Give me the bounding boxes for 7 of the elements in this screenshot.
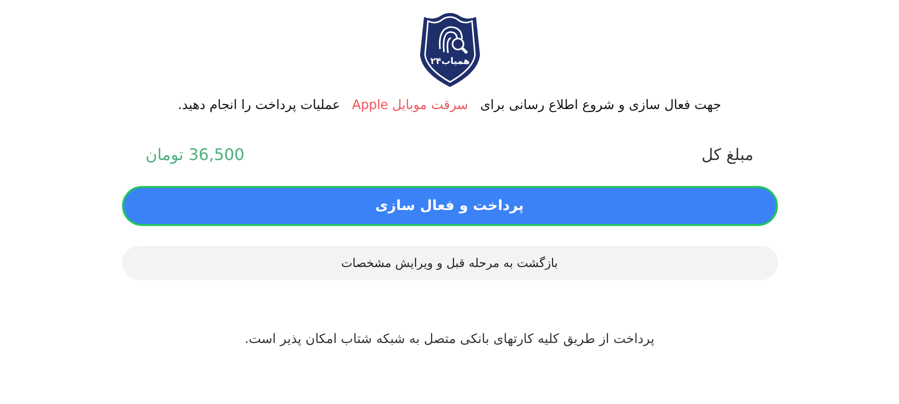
total-amount: 36,500 تومان — [146, 145, 244, 164]
pay-button[interactable]: پرداخت و فعال سازی — [122, 186, 778, 226]
logo-text: همیاب۲۴ — [430, 57, 470, 67]
back-button[interactable]: بازگشت به مرحله قبل و ویرایش مشخصات — [122, 246, 778, 280]
intro-text: جهت فعال سازی و شروع اطلاع رسانی برای سرقت موبایل Apple عملیات پرداخت را انجام دهید. — [176, 98, 722, 113]
total-label: مبلغ کل — [701, 145, 754, 164]
payment-note: پرداخت از طریق کلیه کارتهای بانکی متصل به شبکه شتاب امکان پذیر است. — [244, 332, 656, 347]
